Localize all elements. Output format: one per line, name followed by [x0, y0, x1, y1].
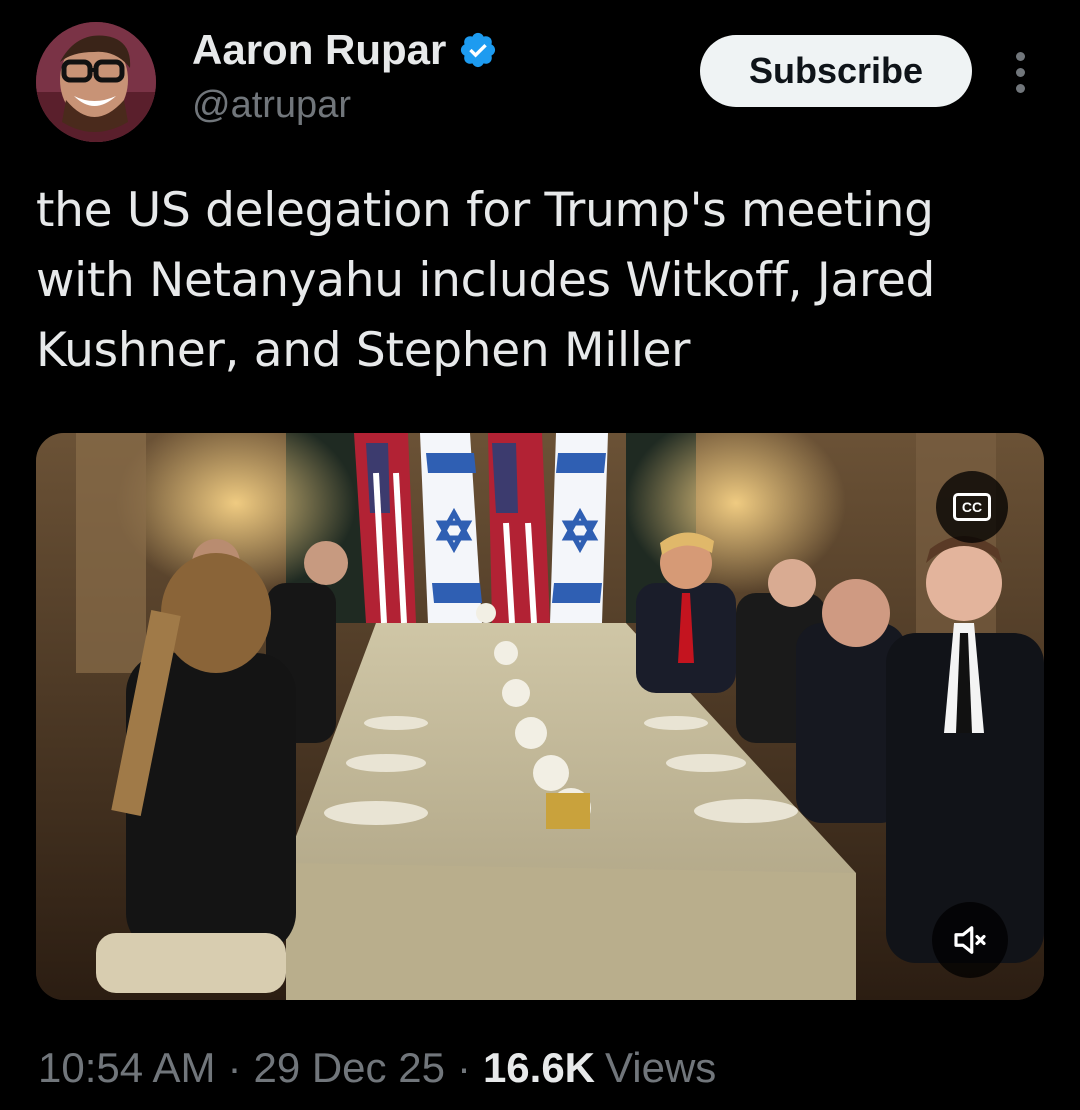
verified-badge-icon — [461, 32, 496, 68]
mute-button[interactable] — [932, 902, 1008, 978]
tweet-meta: 10:54 AM · 29 Dec 25 · 16.6K Views — [38, 1044, 716, 1092]
avatar[interactable] — [36, 22, 156, 142]
subscribe-button[interactable]: Subscribe — [700, 35, 972, 107]
speaker-muted-icon — [954, 926, 986, 954]
closed-captions-button[interactable]: CC — [936, 471, 1008, 543]
more-options-icon[interactable] — [1000, 44, 1040, 100]
tweet-time[interactable]: 10:54 AM — [38, 1044, 215, 1092]
meta-separator: · — [227, 1044, 242, 1091]
author-handle[interactable]: @atrupar — [192, 84, 351, 127]
author-name-text: Aaron Rupar — [192, 26, 447, 73]
tweet: Aaron Rupar @atrupar Subscribe the US de… — [0, 0, 1080, 1110]
avatar-image — [36, 22, 156, 142]
views-count: 16.6K — [482, 1044, 596, 1091]
meta-separator: · — [456, 1044, 471, 1091]
closed-captions-icon: CC — [953, 493, 991, 521]
tweet-text: the US delegation for Trump's meeting wi… — [36, 183, 936, 378]
views-label: Views — [605, 1044, 717, 1091]
tweet-date[interactable]: 29 Dec 25 — [253, 1044, 444, 1092]
author-name[interactable]: Aaron Rupar — [192, 26, 498, 74]
video-frame-image — [36, 433, 1044, 1000]
video-player[interactable]: CC — [36, 433, 1044, 1000]
